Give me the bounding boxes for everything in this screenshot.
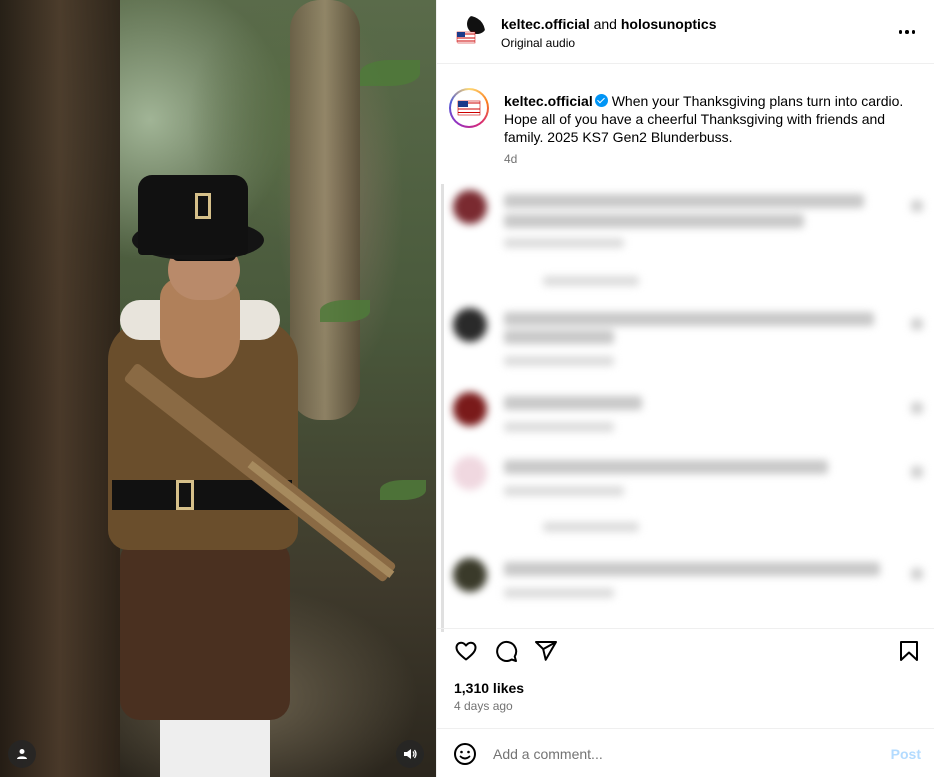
post-header: keltec.official and holosunoptics Origin… xyxy=(437,0,934,64)
likes-count[interactable]: 1,310 likes xyxy=(454,680,524,696)
comment-avatar xyxy=(453,308,487,342)
collab-avatar[interactable] xyxy=(453,16,485,48)
keltec-logo-icon xyxy=(457,100,481,116)
comment-meta xyxy=(504,238,624,248)
comment-composer: Post xyxy=(437,728,934,777)
figure-socks xyxy=(160,720,270,777)
comment-like-icon xyxy=(911,568,923,580)
caption-text: keltec.official When your Thanksgiving pl… xyxy=(504,92,924,146)
post-caption: keltec.official When your Thanksgiving pl… xyxy=(437,64,934,176)
view-replies xyxy=(543,522,639,532)
verified-badge-icon xyxy=(594,94,608,107)
like-button[interactable] xyxy=(452,637,480,665)
comment-like-icon xyxy=(911,466,923,478)
more-horizontal-icon xyxy=(898,30,903,34)
comment-text xyxy=(504,194,864,208)
heart-icon xyxy=(455,641,477,661)
comment-icon xyxy=(496,640,518,662)
view-replies xyxy=(543,276,639,286)
caption-avatar[interactable] xyxy=(449,88,489,128)
speaker-icon xyxy=(404,749,417,759)
comment-text xyxy=(504,214,804,228)
comment-button[interactable] xyxy=(492,637,520,665)
belt-buckle xyxy=(176,480,194,510)
comment-meta xyxy=(504,486,624,496)
comment-meta xyxy=(504,588,614,598)
post-timestamp[interactable]: 4 days ago xyxy=(454,699,513,713)
bookmark-icon xyxy=(900,641,918,661)
comments-list-blurred xyxy=(437,180,934,628)
audio-link[interactable]: Original audio xyxy=(501,36,575,50)
comment-like-icon xyxy=(911,402,923,414)
leaf xyxy=(320,300,370,322)
comment-like-icon xyxy=(911,200,923,212)
more-dot xyxy=(911,30,916,34)
comment-text xyxy=(504,330,614,344)
tagged-users-button[interactable] xyxy=(8,740,36,768)
audio-toggle-button[interactable] xyxy=(396,740,424,768)
post-media[interactable] xyxy=(0,0,436,777)
emoji-button[interactable] xyxy=(453,742,477,766)
collab-joiner: and xyxy=(593,16,617,32)
post-actions-bar xyxy=(437,628,934,672)
emoji-icon xyxy=(454,743,476,765)
palm-trunk xyxy=(290,0,360,420)
account-link-keltec[interactable]: keltec.official xyxy=(501,16,590,32)
caption-username[interactable]: keltec.official xyxy=(504,93,593,109)
save-button[interactable] xyxy=(895,637,923,665)
account-link-holosun[interactable]: holosunoptics xyxy=(621,16,717,32)
comment-avatar xyxy=(453,392,487,426)
hat-buckle xyxy=(195,193,211,219)
leaf xyxy=(360,60,420,86)
comment-avatar xyxy=(453,456,487,490)
keltec-logo-icon xyxy=(453,16,485,48)
share-button[interactable] xyxy=(532,637,560,665)
more-options-button[interactable] xyxy=(895,22,919,42)
tree-trunk-foreground xyxy=(0,0,120,777)
comment-text xyxy=(504,396,642,410)
comment-text xyxy=(504,312,874,326)
comment-meta xyxy=(504,422,614,432)
more-dot xyxy=(905,30,909,34)
post-comment-button[interactable]: Post xyxy=(891,746,921,762)
avatar-image xyxy=(451,90,487,126)
comment-avatar xyxy=(453,558,487,592)
comment-meta xyxy=(504,356,614,366)
comment-avatar xyxy=(453,190,487,224)
comment-text xyxy=(504,562,880,576)
comment-like-icon xyxy=(911,318,923,330)
caption-time[interactable]: 4d xyxy=(504,152,517,166)
share-icon xyxy=(535,641,557,661)
collab-title: keltec.official and holosunoptics xyxy=(501,16,717,32)
figure-pants xyxy=(120,540,290,720)
comment-input[interactable] xyxy=(493,741,873,767)
leaf xyxy=(380,480,426,500)
comment-text xyxy=(504,460,828,474)
post-detail-panel: keltec.official and holosunoptics Origin… xyxy=(436,0,934,777)
user-icon xyxy=(17,749,27,759)
pilgrim-hat xyxy=(138,175,248,255)
